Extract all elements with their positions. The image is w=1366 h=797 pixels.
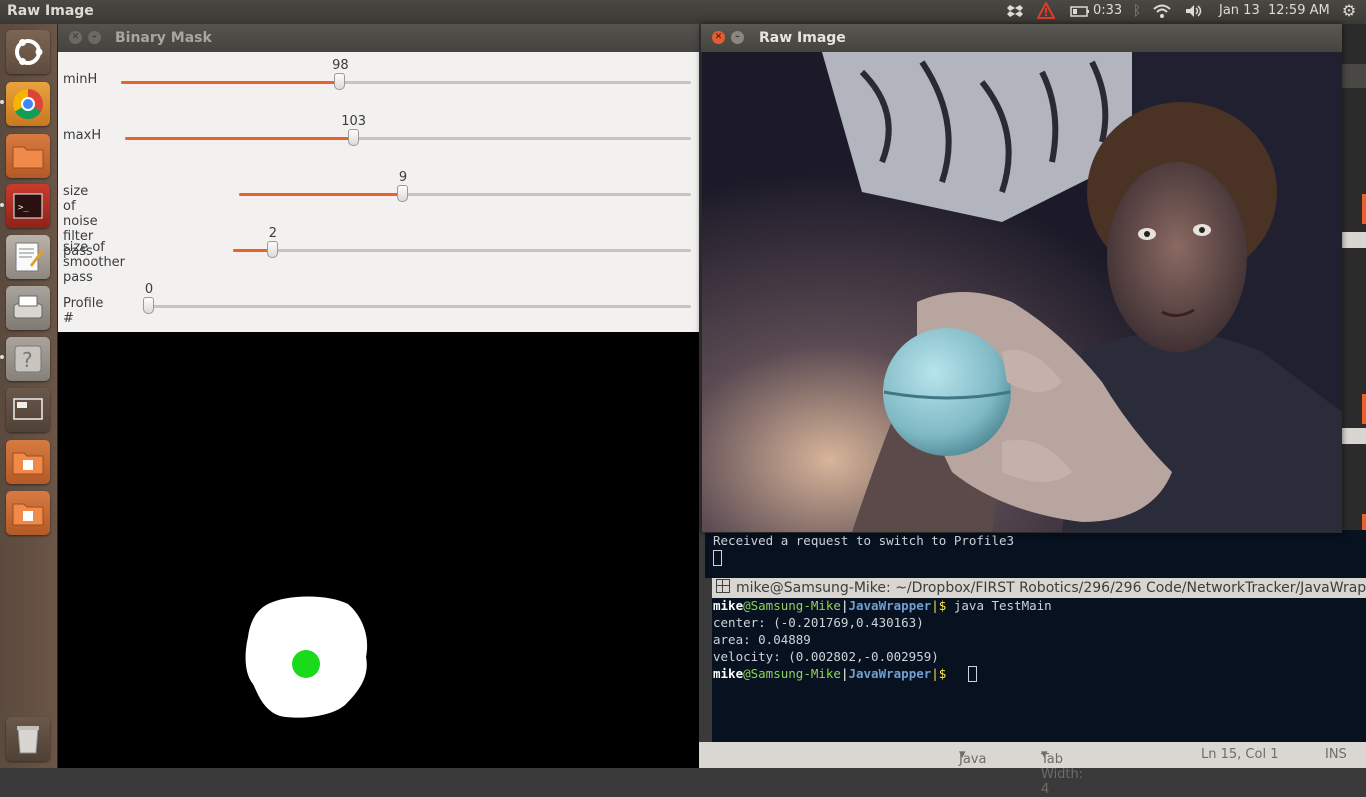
trackbar-thumb[interactable] [266, 241, 278, 258]
battery-time: 0:33 [1093, 3, 1123, 18]
trackbar-value: 103 [341, 114, 367, 129]
terminal-output-line: Received a request to switch to Profile3 [713, 533, 1015, 548]
dropbox-folder-launcher-icon[interactable] [6, 440, 50, 484]
editor-statusbar: Java ▾ Tab Width: 4 ▾ Ln 15, Col 1 INS [699, 742, 1366, 797]
terminal-title: mike@Samsung-Mike: ~/Dropbox/FIRST Robot… [736, 580, 1366, 596]
volume-icon[interactable] [1184, 2, 1202, 20]
binary-mask-titlebar[interactable]: ✕ – Binary Mask [58, 24, 699, 52]
files-launcher-icon[interactable] [6, 134, 50, 178]
binary-mask-window: ✕ – Binary Mask minH 98 maxH 103 size of noi… [58, 24, 699, 768]
running-indicator [0, 100, 4, 104]
minimize-icon[interactable]: – [88, 31, 101, 44]
dropbox-icon[interactable] [1006, 2, 1024, 20]
trackbar-slider[interactable] [233, 241, 691, 258]
trackbar-thumb[interactable] [334, 73, 346, 90]
trash-launcher-icon[interactable] [6, 717, 50, 761]
trackbar-label: maxH [63, 128, 102, 143]
running-indicator [0, 355, 4, 359]
bluetooth-icon[interactable]: ᛒ [1128, 2, 1146, 20]
trackbar-label: Profile # [63, 296, 104, 326]
terminal-icon [716, 579, 730, 593]
window-title: Raw Image [759, 30, 846, 46]
cursor-position: Ln 15, Col 1 [1201, 747, 1279, 762]
terminal-launcher-icon[interactable]: >_ [6, 184, 50, 228]
terminal-window-2[interactable]: mike@Samsung-Mike: ~/Dropbox/FIRST Robot… [712, 578, 1366, 742]
trackbar-slider[interactable] [125, 129, 691, 146]
trackbar-value: 2 [268, 226, 277, 241]
top-panel: Raw Image 0:33 ᛒ Jan 13 12:59 AM ⚙ [0, 0, 1366, 24]
trackbar-fill [125, 137, 354, 140]
trackbar-thumb[interactable] [347, 129, 359, 146]
language-selector[interactable]: Java ▾ [959, 747, 986, 767]
terminal-prompt-line-2: mike@Samsung-Mike|JavaWrapper|$ [713, 666, 947, 681]
text-editor-launcher-icon[interactable] [6, 235, 50, 279]
output-area: area: 0.04889 [713, 632, 811, 647]
terminal-titlebar[interactable]: mike@Samsung-Mike: ~/Dropbox/FIRST Robot… [712, 578, 1366, 598]
clock-date[interactable]: Jan 13 [1219, 3, 1260, 18]
trackbar-label: size of smoother pass [63, 240, 126, 285]
terminal-prompt-line: mike@Samsung-Mike|JavaWrapper|$ java Tes… [713, 598, 1052, 613]
running-indicator [0, 203, 4, 207]
trackbar-thumb[interactable] [143, 297, 154, 314]
trackbar-slider[interactable] [143, 297, 691, 314]
printer-launcher-icon[interactable] [6, 286, 50, 330]
insert-mode: INS [1325, 747, 1347, 762]
output-center: center: (-0.201769,0.430163) [713, 615, 924, 630]
minimize-icon[interactable]: – [731, 31, 744, 44]
raw-image-titlebar[interactable]: ✕ – Raw Image [701, 24, 1342, 52]
trackbar-fill [121, 81, 341, 84]
terminal-cursor [968, 666, 977, 682]
trackbar-slider[interactable] [121, 73, 691, 90]
trackbar-value: 9 [398, 170, 408, 185]
trackbar-value: 98 [332, 58, 349, 73]
settings-gear-icon[interactable]: ⚙ [1340, 2, 1358, 20]
svg-text:?: ? [22, 348, 33, 372]
trackbar-value: 0 [144, 282, 154, 297]
chrome-launcher-icon[interactable] [6, 82, 50, 126]
trackbar-slider[interactable] [239, 185, 691, 202]
trackbar-panel: minH 98 maxH 103 size of noise filter pass 9 s… [58, 52, 699, 332]
camera-frame-image [702, 52, 1342, 532]
trackbar-fill [239, 193, 404, 196]
trackbar-label: minH [63, 72, 98, 87]
battery-icon[interactable] [1070, 2, 1089, 20]
wifi-icon[interactable] [1152, 2, 1171, 20]
launcher: >_ ? [0, 24, 58, 768]
window-title: Binary Mask [115, 30, 212, 46]
workspace-switcher-icon[interactable] [6, 388, 50, 432]
svg-text:>_: >_ [18, 203, 29, 213]
blue-ball [883, 328, 1011, 456]
blob-center-dot [292, 650, 320, 678]
terminal-window-1[interactable]: Received a request to switch to Profile3 [705, 530, 1366, 578]
active-app-title: Raw Image [7, 3, 94, 19]
warning-icon[interactable] [1036, 0, 1056, 20]
binary-mask-image [58, 332, 699, 768]
terminal-cursor [713, 550, 722, 566]
clock-time[interactable]: 12:59 AM [1268, 3, 1330, 18]
help-launcher-icon[interactable]: ? [6, 337, 50, 381]
ubuntu-logo-icon [15, 39, 43, 65]
dropbox-folder-launcher-icon-2[interactable] [6, 491, 50, 535]
output-velocity: velocity: (0.002802,-0.002959) [713, 649, 939, 664]
ubuntu-dash-button[interactable] [6, 30, 50, 74]
close-icon[interactable]: ✕ [712, 31, 725, 44]
close-icon[interactable]: ✕ [69, 31, 82, 44]
tab-width-selector[interactable]: Tab Width: 4 ▾ [1041, 747, 1083, 797]
trackbar-thumb[interactable] [397, 185, 409, 202]
raw-image-window: ✕ – Raw Image [701, 24, 1342, 533]
